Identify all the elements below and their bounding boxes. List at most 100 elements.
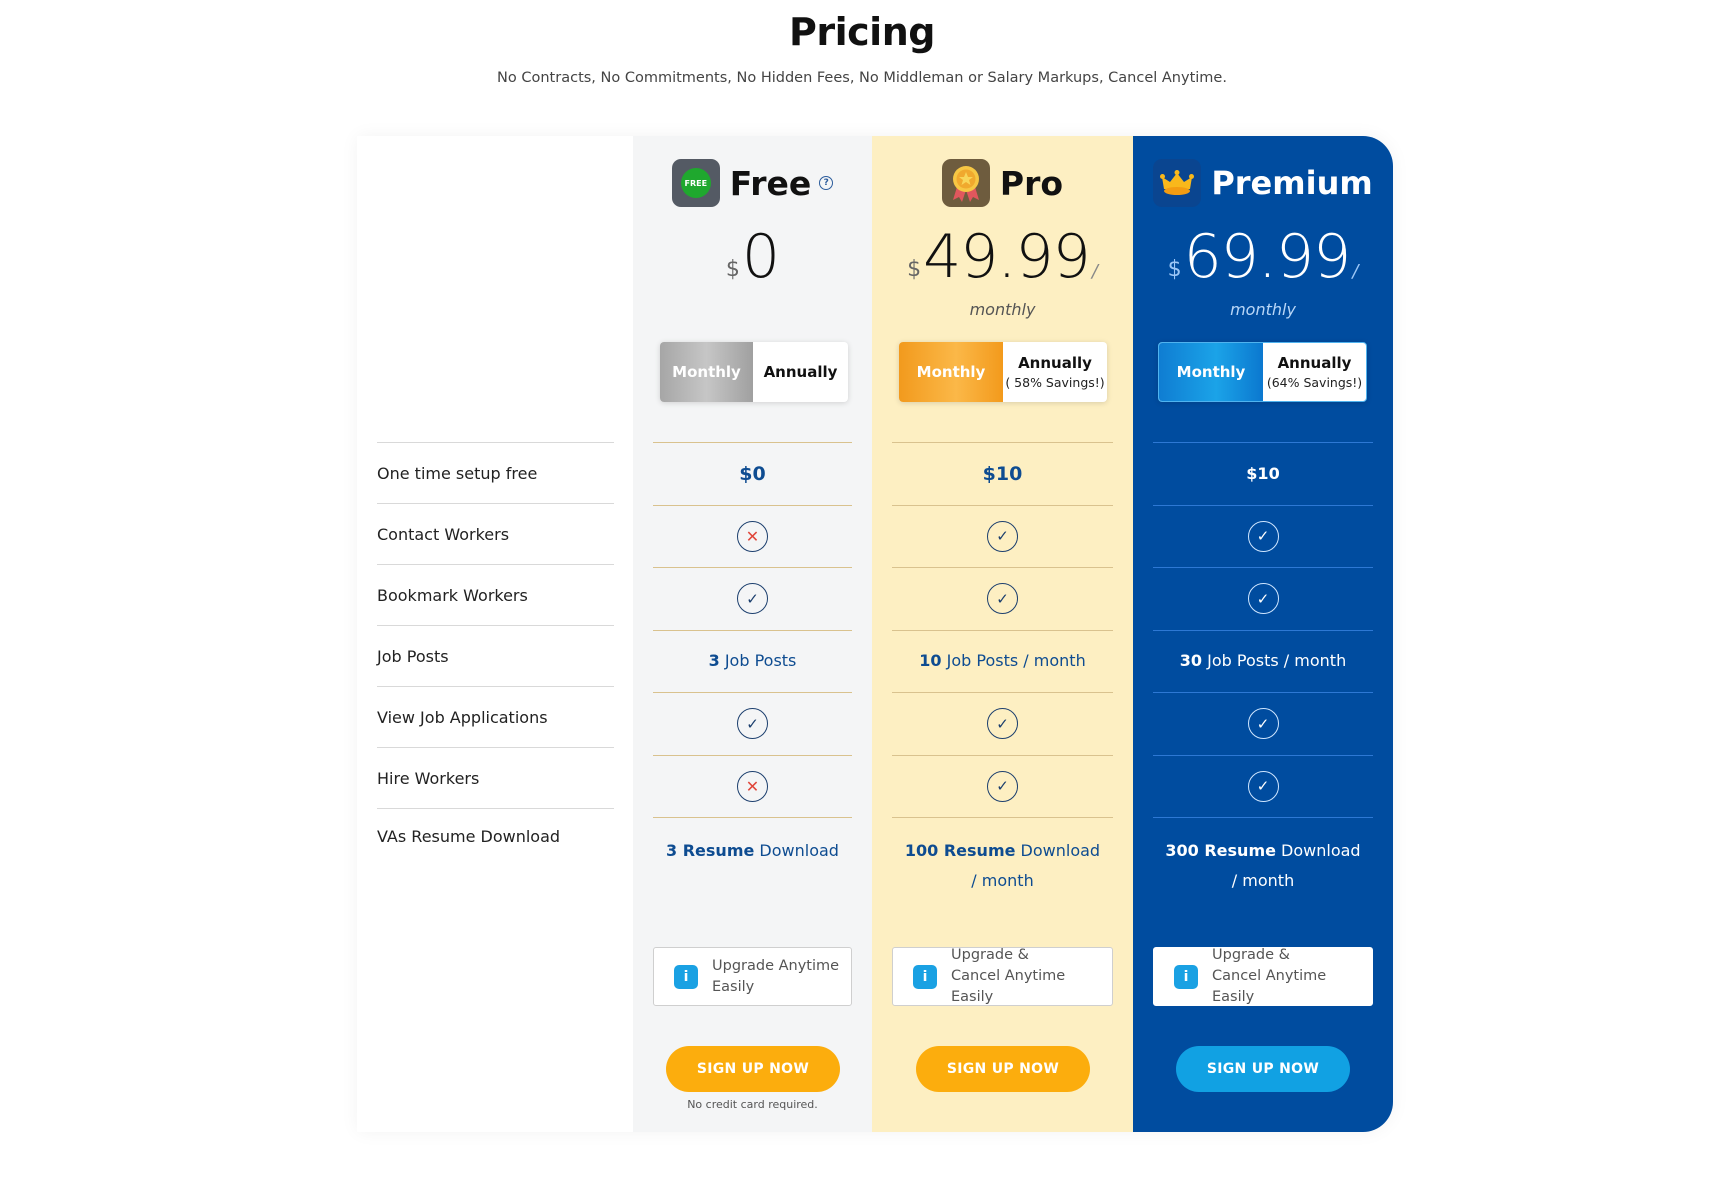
plan-header: Premium bbox=[1133, 159, 1393, 207]
feature-label: One time setup free bbox=[377, 463, 538, 483]
feature-label: Hire Workers bbox=[377, 768, 480, 788]
feature-label-row: Contact Workers bbox=[377, 503, 614, 564]
check-icon: ✓ bbox=[987, 770, 1018, 802]
annual-savings: ( 58% Savings!) bbox=[1005, 375, 1105, 390]
feature-value-row: ✓ bbox=[892, 754, 1113, 818]
plan-header: FREE Free ? bbox=[633, 159, 872, 207]
medal-graphic bbox=[952, 166, 979, 202]
check-icon: ✓ bbox=[987, 583, 1018, 615]
feature-labels-column: One time setup free Contact Workers Book… bbox=[357, 136, 633, 1132]
annual-savings: (64% Savings!) bbox=[1266, 375, 1363, 390]
setup-fee: $10 bbox=[982, 462, 1023, 485]
resume-download-value: 300 Resume Download / month bbox=[1165, 841, 1361, 890]
plan-features: $10 ✓ ✓ 10 Job Posts / month ✓ ✓ 100 Res… bbox=[892, 442, 1113, 921]
feature-label: Contact Workers bbox=[377, 524, 510, 544]
feature-value-row: ✓ bbox=[1153, 504, 1373, 568]
info-box: i Upgrade & Cancel Anytime Easily bbox=[892, 947, 1113, 1006]
help-icon[interactable]: ? bbox=[819, 176, 834, 190]
toggle-annually[interactable]: Annually ( 58% Savings!) bbox=[1003, 342, 1107, 402]
currency-symbol: $ bbox=[1167, 257, 1182, 282]
feature-value-row: 10 Job Posts / month bbox=[892, 629, 1113, 693]
free-badge-icon: FREE bbox=[671, 159, 720, 207]
plan-name: Free bbox=[729, 163, 812, 203]
feature-value-row: ✕ bbox=[653, 754, 852, 818]
feature-value-row: ✓ bbox=[892, 504, 1113, 568]
pricing-table: One time setup free Contact Workers Book… bbox=[357, 136, 1393, 1132]
feature-value-row: ✕ bbox=[653, 504, 852, 568]
toggle-annually[interactable]: Annually bbox=[753, 342, 848, 402]
feature-value-row: 30 Job Posts / month bbox=[1153, 629, 1373, 693]
billing-toggle: Monthly Annually ( 58% Savings!) bbox=[899, 342, 1107, 402]
feature-value-row: $10 bbox=[1153, 442, 1373, 505]
plan-name: Premium bbox=[1211, 164, 1373, 202]
check-icon: ✓ bbox=[1247, 520, 1279, 552]
info-text: Upgrade & Cancel Anytime Easily bbox=[951, 947, 1066, 1005]
job-posts-value: 30 Job Posts / month bbox=[1179, 651, 1347, 671]
toggle-monthly[interactable]: Monthly bbox=[899, 342, 1003, 402]
cross-icon: ✕ bbox=[737, 520, 768, 552]
billing-period: monthly bbox=[1230, 300, 1296, 319]
billing-period: monthly bbox=[969, 300, 1036, 319]
setup-fee: $10 bbox=[1246, 464, 1280, 484]
no-credit-card-note: No credit card required. bbox=[687, 1098, 818, 1111]
resume-download-value: 100 Resume Download / month bbox=[904, 841, 1101, 890]
sign-up-button[interactable]: SIGN UP NOW bbox=[1176, 1046, 1350, 1092]
plan-free-column: FREE Free ? $ 0 Monthly Annually $0 ✕ ✓ … bbox=[633, 136, 872, 1132]
toggle-annually[interactable]: Annually (64% Savings!) bbox=[1263, 343, 1366, 401]
check-icon: ✓ bbox=[987, 520, 1018, 552]
check-icon: ✓ bbox=[737, 708, 768, 740]
toggle-monthly[interactable]: Monthly bbox=[660, 342, 753, 402]
resume-download-value: 3 Resume Download bbox=[666, 841, 839, 860]
feature-label: Bookmark Workers bbox=[377, 585, 528, 605]
price-slash: / bbox=[1352, 261, 1359, 282]
annually-label: Annually bbox=[1277, 354, 1352, 372]
feature-label-row: View Job Applications bbox=[377, 686, 614, 747]
feature-value-row: ✓ bbox=[653, 567, 852, 630]
feature-value-row: $10 bbox=[892, 442, 1113, 505]
feature-label: View Job Applications bbox=[377, 707, 548, 727]
price-amount: 49.99 bbox=[923, 222, 1091, 292]
plan-name: Pro bbox=[999, 163, 1064, 203]
price-slash: / bbox=[1091, 261, 1098, 282]
price-amount: 0 bbox=[741, 222, 780, 292]
check-icon: ✓ bbox=[1247, 583, 1279, 615]
feature-value-row: ✓ bbox=[892, 567, 1113, 630]
crown-graphic bbox=[1160, 170, 1195, 195]
feature-label: Job Posts bbox=[377, 646, 449, 666]
feature-label-row: Hire Workers bbox=[377, 747, 614, 808]
page-title: Pricing bbox=[789, 10, 935, 54]
info-text: Upgrade Anytime Easily bbox=[712, 957, 840, 995]
feature-value-row: 100 Resume Download / month bbox=[892, 817, 1113, 921]
feature-label: VAs Resume Download bbox=[377, 827, 561, 846]
sign-up-button[interactable]: SIGN UP NOW bbox=[666, 1046, 840, 1092]
plan-header: Pro bbox=[872, 159, 1133, 207]
feature-label-row: Bookmark Workers bbox=[377, 564, 614, 625]
info-text: Upgrade & Cancel Anytime Easily bbox=[1212, 947, 1327, 1005]
plan-features: $0 ✕ ✓ 3 Job Posts ✓ ✕ 3 Resume Download bbox=[653, 442, 852, 921]
billing-toggle: Monthly Annually (64% Savings!) bbox=[1158, 342, 1367, 402]
info-box: i Upgrade & Cancel Anytime Easily bbox=[1153, 947, 1373, 1006]
crown-icon bbox=[1153, 159, 1202, 207]
cross-icon: ✕ bbox=[737, 770, 768, 802]
sign-up-button[interactable]: SIGN UP NOW bbox=[916, 1046, 1090, 1092]
feature-value-row: ✓ bbox=[1153, 754, 1373, 818]
setup-fee: $0 bbox=[739, 462, 766, 485]
feature-value-row: $0 bbox=[653, 442, 852, 505]
currency-symbol: $ bbox=[725, 257, 740, 282]
price-amount: 69.99 bbox=[1183, 222, 1352, 292]
feature-value-row: ✓ bbox=[1153, 692, 1373, 755]
feature-label-list: One time setup free Contact Workers Book… bbox=[377, 442, 614, 912]
plan-price: $ 49.99 / bbox=[872, 224, 1133, 290]
check-icon: ✓ bbox=[1247, 708, 1279, 740]
info-icon: i bbox=[1174, 964, 1198, 989]
currency-symbol: $ bbox=[907, 257, 922, 282]
info-icon: i bbox=[913, 964, 937, 989]
plan-price: $ 0 bbox=[633, 224, 872, 290]
feature-value-row: 300 Resume Download / month bbox=[1153, 817, 1373, 921]
feature-label-row: Job Posts bbox=[377, 625, 614, 686]
billing-toggle: Monthly Annually bbox=[660, 342, 848, 402]
toggle-monthly[interactable]: Monthly bbox=[1159, 343, 1263, 401]
free-badge: FREE bbox=[680, 168, 711, 198]
job-posts-value: 3 Job Posts bbox=[708, 651, 797, 671]
page-subtitle: No Contracts, No Commitments, No Hidden … bbox=[497, 70, 1227, 86]
